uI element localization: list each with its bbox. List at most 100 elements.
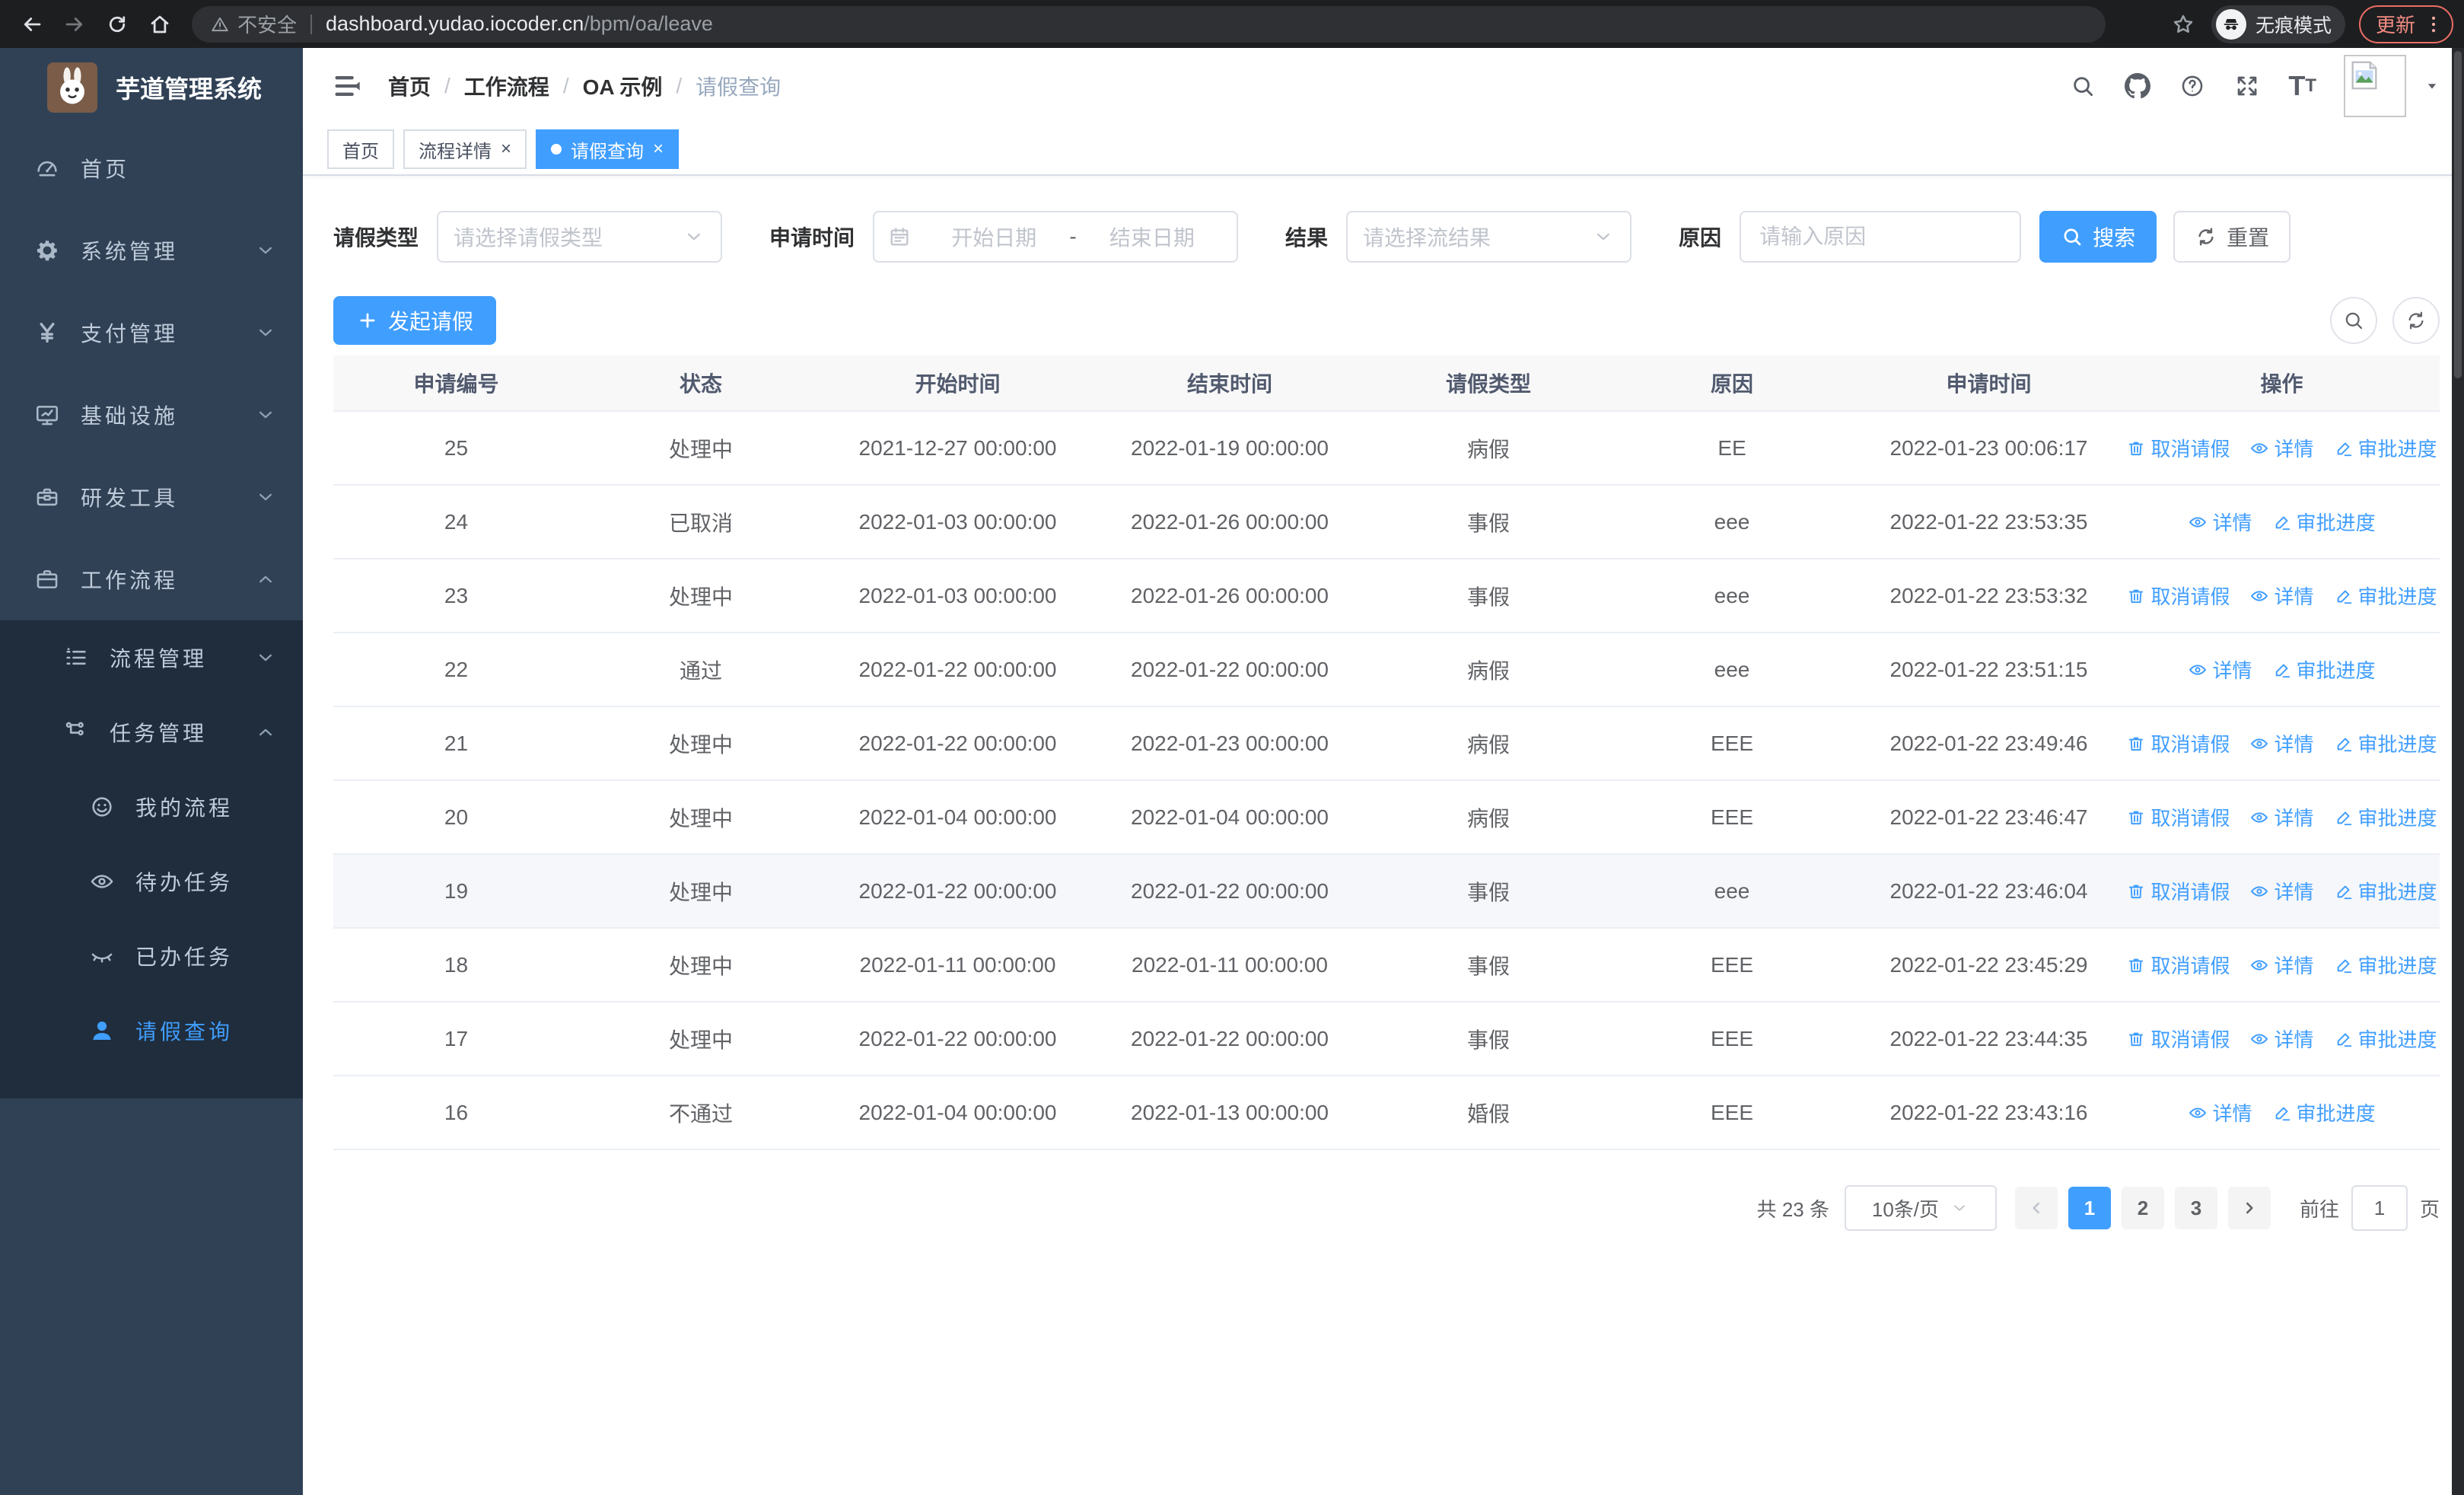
next-page-button[interactable]: [2227, 1187, 2271, 1229]
close-icon[interactable]: ×: [653, 139, 664, 160]
action-link-label: 详情: [2274, 807, 2314, 830]
tab-leave-query[interactable]: 请假查询 ×: [536, 129, 680, 169]
cancel-leave-link[interactable]: 取消请假: [2126, 434, 2230, 462]
detail-link[interactable]: 详情: [2249, 803, 2314, 831]
approval-progress-link[interactable]: 审批进度: [2334, 877, 2437, 905]
home-icon[interactable]: [143, 8, 177, 41]
page-scrollbar[interactable]: [2452, 48, 2464, 1495]
leave-type-select[interactable]: 请选择请假类型: [437, 211, 723, 263]
sidebar-item-payment[interactable]: 支付管理: [0, 292, 303, 374]
result-select[interactable]: 请选择流结果: [1346, 211, 1632, 263]
detail-link[interactable]: 详情: [2249, 951, 2314, 979]
approval-progress-link[interactable]: 审批进度: [2334, 803, 2437, 831]
top-navbar: 首页 / 工作流程 / OA 示例 / 请假查询 TT: [303, 48, 2464, 124]
sidebar-item-done-tasks[interactable]: 已办任务: [0, 919, 303, 993]
create-leave-button[interactable]: 发起请假: [333, 296, 497, 345]
reason-input[interactable]: [1744, 214, 2017, 260]
detail-link[interactable]: 详情: [2249, 877, 2314, 905]
forward-icon[interactable]: [58, 8, 91, 41]
date-end-placeholder[interactable]: 结束日期: [1081, 222, 1223, 252]
reset-button[interactable]: 重置: [2173, 211, 2291, 263]
sidebar-collapse-icon[interactable]: [332, 71, 362, 101]
sidebar-item-leave-query[interactable]: 请假查询: [0, 993, 303, 1068]
detail-link[interactable]: 详情: [2188, 1098, 2252, 1127]
approval-progress-link[interactable]: 审批进度: [2334, 729, 2437, 757]
chevron-down-icon: [254, 321, 277, 344]
edit-icon: [2334, 438, 2354, 458]
breadcrumb-oa-example[interactable]: OA 示例: [583, 71, 663, 101]
page-size-select[interactable]: 10条/页: [1844, 1185, 1997, 1231]
search-button-label: 搜索: [2093, 226, 2136, 250]
action-link-label: 详情: [2274, 585, 2314, 608]
approval-progress-link[interactable]: 审批进度: [2334, 582, 2437, 610]
cancel-leave-link[interactable]: 取消请假: [2126, 729, 2230, 757]
page-button-3[interactable]: 3: [2174, 1187, 2217, 1229]
approval-progress-link[interactable]: 审批进度: [2334, 1025, 2437, 1053]
tab-label: 首页: [342, 141, 379, 162]
sidebar-item-workflow[interactable]: 工作流程: [0, 538, 303, 620]
refresh-table-button[interactable]: [2392, 297, 2440, 344]
browser-menu-icon[interactable]: [2423, 14, 2444, 35]
toggle-search-button[interactable]: [2330, 297, 2377, 344]
cancel-leave-link[interactable]: 取消请假: [2126, 803, 2230, 831]
address-bar[interactable]: 不安全 dashboard.yudao.iocoder.cn /bpm/oa/l…: [192, 5, 2106, 43]
approval-progress-link[interactable]: 审批进度: [2272, 508, 2376, 536]
cell-type: 病假: [1466, 806, 1510, 830]
detail-link[interactable]: 详情: [2249, 1025, 2314, 1053]
approval-progress-link[interactable]: 审批进度: [2334, 951, 2437, 979]
sidebar-item-my-process[interactable]: 我的流程: [0, 770, 303, 844]
detail-link[interactable]: 详情: [2188, 508, 2252, 536]
page-button-1[interactable]: 1: [2068, 1187, 2111, 1229]
back-icon[interactable]: [15, 8, 49, 41]
update-button[interactable]: 更新: [2358, 5, 2453, 43]
sidebar-item-todo-tasks[interactable]: 待办任务: [0, 844, 303, 919]
close-icon[interactable]: ×: [501, 139, 511, 160]
breadcrumb-workflow[interactable]: 工作流程: [464, 71, 549, 101]
approval-progress-link[interactable]: 审批进度: [2272, 1098, 2376, 1127]
leave-type-label: 请假类型: [333, 226, 419, 250]
prev-page-button[interactable]: [2014, 1187, 2058, 1229]
sidebar-item-system[interactable]: 系统管理: [0, 209, 303, 292]
approval-progress-link[interactable]: 审批进度: [2334, 434, 2437, 462]
sidebar-item-process-mgmt[interactable]: 流程管理: [0, 620, 303, 695]
help-icon[interactable]: [2179, 72, 2206, 100]
search-icon[interactable]: [2069, 72, 2096, 100]
font-size-icon[interactable]: TT: [2288, 72, 2316, 100]
cancel-leave-link[interactable]: 取消请假: [2126, 1025, 2230, 1053]
app-logo[interactable]: 芋道管理系统: [0, 48, 303, 127]
fullscreen-icon[interactable]: [2233, 72, 2261, 100]
user-avatar[interactable]: [2344, 55, 2406, 117]
goto-page-input[interactable]: [2351, 1185, 2408, 1231]
date-start-placeholder[interactable]: 开始日期: [923, 222, 1065, 252]
bookmark-star-icon[interactable]: [2170, 11, 2196, 37]
github-icon[interactable]: [2124, 72, 2151, 100]
cancel-leave-link[interactable]: 取消请假: [2126, 951, 2230, 979]
sidebar-item-label: 我的流程: [135, 796, 234, 820]
cancel-leave-link[interactable]: 取消请假: [2126, 877, 2230, 905]
detail-link[interactable]: 详情: [2249, 434, 2314, 462]
incognito-badge[interactable]: 无痕模式: [2211, 5, 2345, 43]
sidebar-item-home[interactable]: 首页: [0, 127, 303, 209]
approval-progress-link[interactable]: 审批进度: [2272, 655, 2376, 684]
page-button-2[interactable]: 2: [2121, 1187, 2164, 1229]
tab-home[interactable]: 首页: [327, 129, 394, 169]
detail-link[interactable]: 详情: [2188, 655, 2252, 684]
avatar-caret-icon[interactable]: [2423, 77, 2441, 95]
sidebar-item-task-mgmt[interactable]: 任务管理: [0, 695, 303, 770]
apply-time-range-picker[interactable]: 开始日期 - 结束日期: [873, 211, 1239, 263]
table-row: 22 通过 2022-01-22 00:00:00 2022-01-22 00:00:…: [333, 633, 2440, 707]
trash-icon: [2126, 1029, 2146, 1049]
scrollbar-thumb[interactable]: [2454, 51, 2462, 378]
cancel-leave-link[interactable]: 取消请假: [2126, 582, 2230, 610]
reload-icon[interactable]: [100, 8, 134, 41]
detail-link[interactable]: 详情: [2249, 582, 2314, 610]
update-label: 更新: [2375, 14, 2415, 37]
search-button[interactable]: 搜索: [2039, 211, 2157, 263]
breadcrumb-home[interactable]: 首页: [388, 71, 431, 101]
tab-process-detail[interactable]: 流程详情 ×: [403, 129, 527, 169]
sidebar-item-dev-tools[interactable]: 研发工具: [0, 456, 303, 538]
detail-link[interactable]: 详情: [2249, 729, 2314, 757]
action-link-label: 详情: [2274, 438, 2314, 461]
sidebar-item-infrastructure[interactable]: 基础设施: [0, 374, 303, 456]
security-label[interactable]: 不安全: [237, 10, 297, 38]
